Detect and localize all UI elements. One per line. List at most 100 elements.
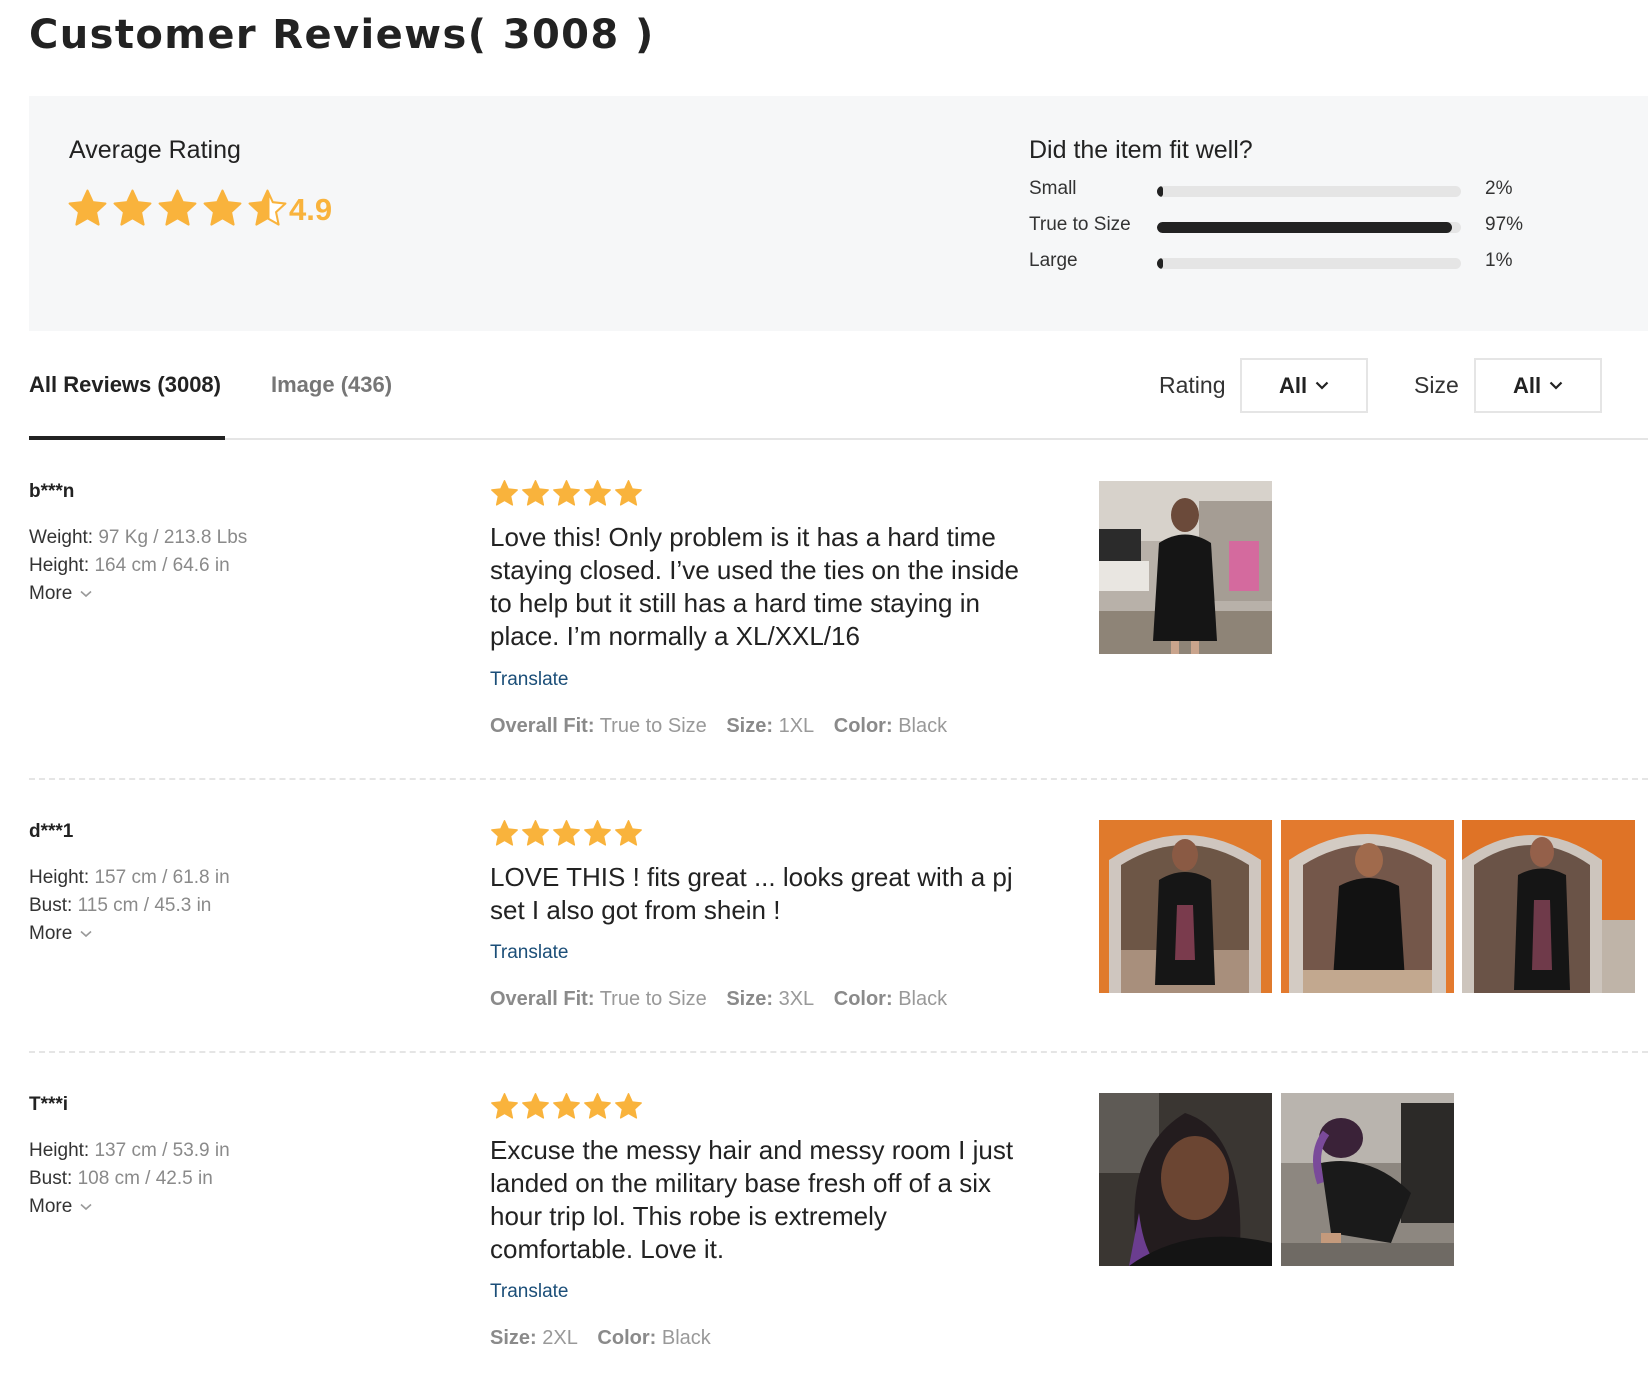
- tabs-divider: [29, 438, 1648, 440]
- fit-bar-track: [1157, 222, 1461, 233]
- rating-filter-label: Rating: [1159, 372, 1226, 398]
- active-tab-indicator: [29, 436, 225, 440]
- size-filter-select[interactable]: All: [1474, 358, 1602, 413]
- size-filter-value: All: [1512, 372, 1542, 398]
- meta-key: Overall Fit:: [490, 988, 595, 1010]
- reviewer-attribute: Height: 164 cm / 64.6 in: [29, 555, 230, 577]
- meta-value: Black: [898, 715, 948, 737]
- fit-row-small: Small 2%: [1029, 176, 1549, 206]
- review-text: Love this! Only problem is it has a hard…: [490, 522, 1019, 651]
- fit-question: Did the item fit well?: [1029, 136, 1253, 164]
- star-icon: [615, 480, 642, 506]
- fit-bar-fill: [1157, 186, 1164, 197]
- review-photo[interactable]: [1099, 820, 1272, 993]
- review-photo[interactable]: [1099, 481, 1272, 654]
- meta-value: Black: [898, 988, 948, 1010]
- fit-label: True to Size: [1029, 214, 1131, 235]
- star-icon: [584, 820, 611, 846]
- meta-value: 2XL: [542, 1327, 578, 1349]
- meta-key: Size:: [490, 1327, 537, 1349]
- more-toggle[interactable]: More: [29, 1196, 92, 1218]
- review-photo-image: [1462, 820, 1635, 993]
- star-icon: [584, 1093, 611, 1119]
- attr-value: 108 cm / 42.5 in: [77, 1168, 213, 1189]
- reviewer-attribute: Bust: 108 cm / 42.5 in: [29, 1168, 213, 1190]
- attr-value: 157 cm / 61.8 in: [94, 867, 230, 888]
- translate-link[interactable]: Translate: [490, 1281, 569, 1303]
- meta-value: True to Size: [599, 988, 707, 1010]
- review-photo[interactable]: [1099, 1093, 1272, 1266]
- meta-key: Color:: [833, 715, 893, 737]
- review-text: Excuse the messy hair and messy room I j…: [490, 1135, 1014, 1264]
- attr-key: Height:: [29, 1140, 90, 1161]
- meta-key: Color:: [597, 1327, 657, 1349]
- meta-value: 3XL: [778, 988, 815, 1010]
- chevron-down-icon: [80, 1203, 92, 1211]
- fit-percent: 2%: [1485, 178, 1513, 199]
- more-label: More: [29, 583, 73, 604]
- average-rating-label: Average Rating: [69, 136, 241, 164]
- reviewer-name: d***1: [29, 821, 74, 842]
- review-divider: [29, 1051, 1648, 1053]
- star-icon: [584, 480, 611, 506]
- review-photo[interactable]: [1462, 820, 1635, 993]
- reviewer-attribute: Bust: 115 cm / 45.3 in: [29, 895, 211, 917]
- more-toggle[interactable]: More: [29, 923, 92, 945]
- meta-value: True to Size: [599, 715, 707, 737]
- star-icon: [248, 189, 287, 226]
- star-icon: [615, 820, 642, 846]
- attr-key: Bust:: [29, 895, 73, 916]
- rating-summary: Average Rating 4.9 Did the item fit well…: [29, 96, 1648, 331]
- attr-value: 115 cm / 45.3 in: [77, 895, 212, 916]
- average-rating-stars: [67, 188, 288, 229]
- review-photo-image: [1099, 1093, 1272, 1266]
- meta-key: Size:: [726, 715, 774, 737]
- star-icon: [158, 189, 197, 226]
- reviewer-attribute: Height: 137 cm / 53.9 in: [29, 1140, 230, 1162]
- tab-all-reviews[interactable]: All Reviews (3008): [29, 372, 221, 398]
- attr-value: 137 cm / 53.9 in: [94, 1140, 230, 1161]
- star-icon: [522, 480, 549, 506]
- reviewer-name: b***n: [29, 481, 75, 502]
- star-icon: [522, 820, 549, 846]
- review-stars: [490, 479, 643, 508]
- translate-link[interactable]: Translate: [490, 942, 569, 964]
- review-photo-image: [1281, 1093, 1454, 1266]
- fit-row-true-to-size: True to Size 97%: [1029, 212, 1549, 242]
- meta-key: Color:: [833, 988, 893, 1010]
- translate-link[interactable]: Translate: [490, 669, 569, 691]
- chevron-down-icon: [1315, 381, 1329, 390]
- fit-bar-track: [1157, 186, 1461, 197]
- rating-filter-select[interactable]: All: [1240, 358, 1368, 413]
- average-rating-value: 4.9: [289, 192, 333, 227]
- review-photo-image: [1099, 481, 1272, 654]
- review-photo[interactable]: [1281, 1093, 1454, 1266]
- review-photo[interactable]: [1281, 820, 1454, 993]
- chevron-down-icon: [1549, 381, 1563, 390]
- reviewer-attribute: Weight: 97 Kg / 213.8 Lbs: [29, 527, 247, 549]
- meta-key: Size:: [726, 988, 774, 1010]
- page-title: Customer Reviews( 3008 ): [29, 12, 655, 58]
- review-text: LOVE THIS ! fits great ... looks great w…: [490, 862, 1013, 925]
- star-icon: [553, 820, 580, 846]
- fit-row-large: Large 1%: [1029, 248, 1549, 278]
- more-toggle[interactable]: More: [29, 583, 92, 605]
- tab-image-reviews[interactable]: Image (436): [271, 372, 392, 398]
- chevron-down-icon: [80, 930, 92, 938]
- more-label: More: [29, 923, 73, 944]
- review-stars: [490, 819, 643, 848]
- attr-key: Bust:: [29, 1168, 73, 1189]
- star-icon: [491, 820, 518, 846]
- fit-percent: 1%: [1485, 250, 1513, 271]
- fit-label: Large: [1029, 250, 1078, 271]
- reviewer-attribute: Height: 157 cm / 61.8 in: [29, 867, 230, 889]
- star-icon: [491, 1093, 518, 1119]
- star-icon: [113, 189, 152, 226]
- attr-value: 97 Kg / 213.8 Lbs: [98, 527, 248, 548]
- star-icon: [491, 480, 518, 506]
- fit-bar-track: [1157, 258, 1461, 269]
- fit-label: Small: [1029, 178, 1077, 199]
- meta-value: 1XL: [778, 715, 815, 737]
- meta-value: Black: [661, 1327, 711, 1349]
- fit-bar-fill: [1157, 222, 1452, 233]
